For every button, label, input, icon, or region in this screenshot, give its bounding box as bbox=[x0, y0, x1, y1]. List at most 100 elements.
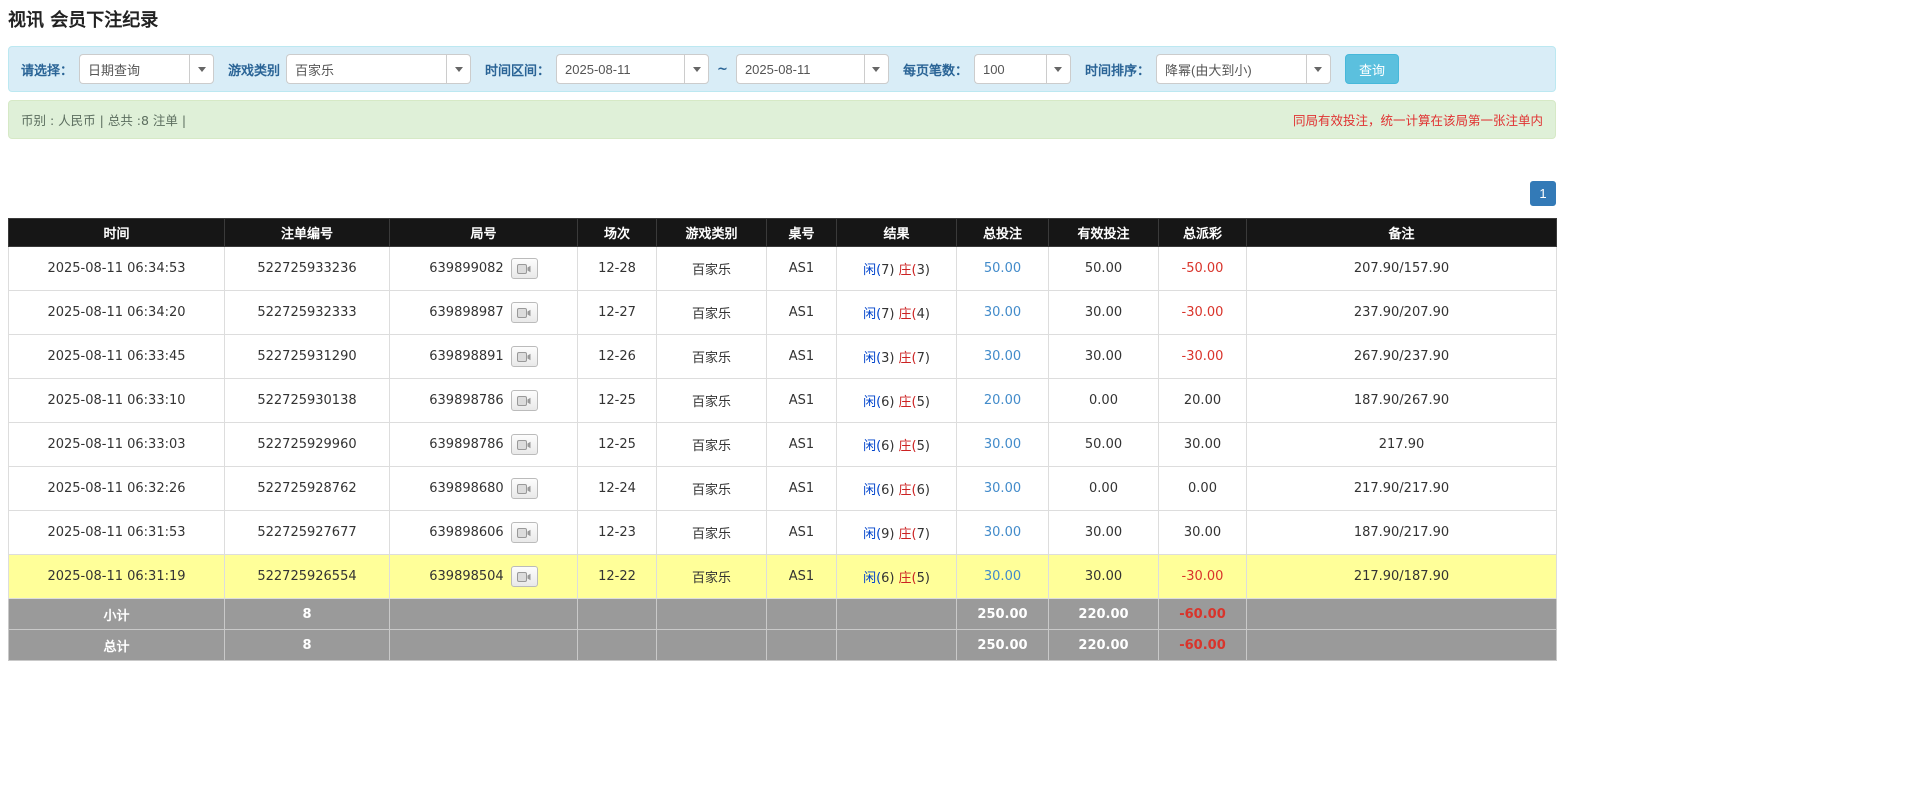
replay-video-icon[interactable] bbox=[511, 566, 538, 587]
replay-video-icon[interactable] bbox=[511, 258, 538, 279]
page-size-combo bbox=[974, 54, 1071, 84]
valid-bet: 30.00 bbox=[1049, 511, 1159, 555]
game-type: 百家乐 bbox=[657, 291, 767, 335]
table-footer: 小计 8 250.00 220.00 -60.00 总计 8 bbox=[9, 599, 1557, 661]
replay-video-icon[interactable] bbox=[511, 346, 538, 367]
game-type-combo bbox=[286, 54, 471, 84]
date-from-input[interactable] bbox=[556, 54, 684, 84]
replay-video-icon[interactable] bbox=[511, 302, 538, 323]
empty-cell bbox=[390, 599, 578, 630]
note: 237.90/207.90 bbox=[1247, 291, 1557, 335]
replay-video-icon[interactable] bbox=[511, 434, 538, 455]
column-header-note: 备注 bbox=[1247, 219, 1557, 247]
note: 187.90/267.90 bbox=[1247, 379, 1557, 423]
table-row[interactable]: 2025-08-11 06:34:20 522725932333 6398989… bbox=[9, 291, 1557, 335]
note: 187.90/217.90 bbox=[1247, 511, 1557, 555]
bet-time: 2025-08-11 06:33:03 bbox=[9, 423, 225, 467]
table-row[interactable]: 2025-08-11 06:33:45 522725931290 6398988… bbox=[9, 335, 1557, 379]
caret-icon bbox=[1054, 67, 1062, 72]
search-button[interactable]: 查询 bbox=[1345, 54, 1399, 84]
main-container: 视讯 会员下注纪录 请选择： 游戏类别 时间区间： ~ 每页笔数： 时间排序： bbox=[8, 6, 1556, 661]
page-1-button[interactable]: 1 bbox=[1530, 181, 1556, 206]
total-label: 总计 bbox=[9, 630, 225, 661]
empty-cell bbox=[578, 630, 657, 661]
total-bet-link[interactable]: 30.00 bbox=[984, 481, 1021, 496]
game-type: 百家乐 bbox=[657, 379, 767, 423]
column-header-table-no: 桌号 bbox=[767, 219, 837, 247]
page-size-input[interactable] bbox=[974, 54, 1046, 84]
chevron-down-icon[interactable] bbox=[684, 54, 709, 84]
valid-bet: 30.00 bbox=[1049, 291, 1159, 335]
note: 217.90/217.90 bbox=[1247, 467, 1557, 511]
total-bet-cell: 30.00 bbox=[957, 335, 1049, 379]
table-no: AS1 bbox=[767, 247, 837, 291]
bet-time: 2025-08-11 06:34:53 bbox=[9, 247, 225, 291]
chevron-down-icon[interactable] bbox=[1046, 54, 1071, 84]
total-bet-link[interactable]: 30.00 bbox=[984, 305, 1021, 320]
total-bet-link[interactable]: 50.00 bbox=[984, 261, 1021, 276]
column-header-total-bet: 总投注 bbox=[957, 219, 1049, 247]
table-row[interactable]: 2025-08-11 06:33:03 522725929960 6398987… bbox=[9, 423, 1557, 467]
chevron-down-icon[interactable] bbox=[1306, 54, 1331, 84]
table-row[interactable]: 2025-08-11 06:31:19 522725926554 6398985… bbox=[9, 555, 1557, 599]
bet-time: 2025-08-11 06:31:19 bbox=[9, 555, 225, 599]
note: 207.90/157.90 bbox=[1247, 247, 1557, 291]
result-banker: 庄(6) bbox=[899, 479, 930, 498]
chevron-down-icon[interactable] bbox=[864, 54, 889, 84]
empty-cell bbox=[767, 630, 837, 661]
time-range-label: 时间区间： bbox=[485, 60, 550, 79]
chevron-down-icon[interactable] bbox=[189, 54, 214, 84]
table-row[interactable]: 2025-08-11 06:33:10 522725930138 6398987… bbox=[9, 379, 1557, 423]
total-bet-cell: 30.00 bbox=[957, 423, 1049, 467]
query-type-label: 请选择： bbox=[21, 60, 73, 79]
total-bet-link[interactable]: 30.00 bbox=[984, 349, 1021, 364]
session: 12-26 bbox=[578, 335, 657, 379]
result-cell: 闲(6)庄(5) bbox=[837, 379, 957, 423]
table-row[interactable]: 2025-08-11 06:31:53 522725927677 6398986… bbox=[9, 511, 1557, 555]
table-no: AS1 bbox=[767, 467, 837, 511]
session: 12-27 bbox=[578, 291, 657, 335]
pagination: 1 bbox=[8, 181, 1556, 206]
replay-video-icon[interactable] bbox=[511, 522, 538, 543]
replay-video-icon[interactable] bbox=[511, 478, 538, 499]
total-bet-link[interactable]: 30.00 bbox=[984, 525, 1021, 540]
result-player: 闲(7) bbox=[863, 303, 894, 322]
date-to-input[interactable] bbox=[736, 54, 864, 84]
total-bet-cell: 20.00 bbox=[957, 379, 1049, 423]
subtotal-valid-bet: 220.00 bbox=[1049, 599, 1159, 630]
column-header-round-id: 局号 bbox=[390, 219, 578, 247]
session: 12-25 bbox=[578, 423, 657, 467]
bet-id: 522725931290 bbox=[225, 335, 390, 379]
sort-order-input[interactable] bbox=[1156, 54, 1306, 84]
session: 12-28 bbox=[578, 247, 657, 291]
chevron-down-icon[interactable] bbox=[446, 54, 471, 84]
bet-time: 2025-08-11 06:31:53 bbox=[9, 511, 225, 555]
round-id: 639898891 bbox=[429, 349, 503, 364]
total-bet-link[interactable]: 20.00 bbox=[984, 393, 1021, 408]
result-banker: 庄(7) bbox=[899, 347, 930, 366]
bet-time: 2025-08-11 06:34:20 bbox=[9, 291, 225, 335]
round-id: 639898504 bbox=[429, 569, 503, 584]
payout: -30.00 bbox=[1159, 291, 1247, 335]
table-no: AS1 bbox=[767, 335, 837, 379]
total-bet-cell: 30.00 bbox=[957, 511, 1049, 555]
round-id: 639898786 bbox=[429, 437, 503, 452]
round-id: 639898987 bbox=[429, 305, 503, 320]
table-no: AS1 bbox=[767, 555, 837, 599]
round-id: 639898786 bbox=[429, 393, 503, 408]
result-cell: 闲(6) 庄(6) bbox=[837, 467, 957, 511]
summary-bar: 币别 : 人民币 | 总共 :8 注单 | 同局有效投注，统一计算在该局第一张注… bbox=[8, 100, 1556, 139]
table-row[interactable]: 2025-08-11 06:34:53 522725933236 6398990… bbox=[9, 247, 1557, 291]
total-bet-link[interactable]: 30.00 bbox=[984, 569, 1021, 584]
valid-bet: 30.00 bbox=[1049, 555, 1159, 599]
replay-video-icon[interactable] bbox=[511, 390, 538, 411]
date-from-combo bbox=[556, 54, 709, 84]
table-row[interactable]: 2025-08-11 06:32:26 522725928762 6398986… bbox=[9, 467, 1557, 511]
total-bet-link[interactable]: 30.00 bbox=[984, 437, 1021, 452]
game-type-input[interactable] bbox=[286, 54, 446, 84]
page-title: 视讯 会员下注纪录 bbox=[8, 6, 1556, 32]
query-type-input[interactable] bbox=[79, 54, 189, 84]
payout: -30.00 bbox=[1159, 555, 1247, 599]
result-player: 闲(6) bbox=[863, 479, 894, 498]
payout: 20.00 bbox=[1159, 379, 1247, 423]
